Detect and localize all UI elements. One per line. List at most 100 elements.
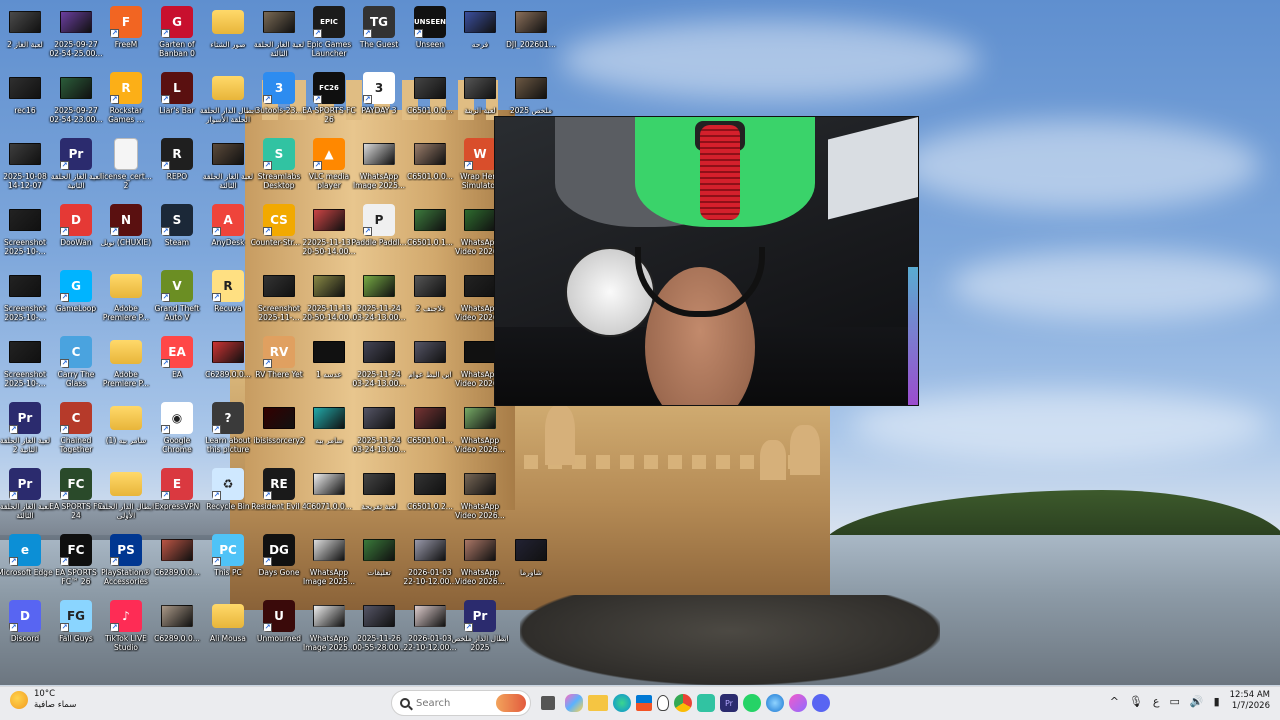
clock[interactable]: 12:54 AM 1/7/2026: [1230, 690, 1270, 712]
desktop-icon[interactable]: ابطال الدار الحلقة الحلقة الأسوار: [200, 72, 256, 124]
streamlabs-icon[interactable]: [697, 694, 715, 712]
desktop-icon[interactable]: 2025-09-27 02-54-23.00...: [49, 72, 103, 124]
discord-icon[interactable]: [812, 694, 830, 712]
desktop-icon[interactable]: 1 عدسه: [304, 336, 354, 379]
desktop-icon[interactable]: PS ↗ PlayStation® Accessories: [101, 534, 151, 586]
volume-icon[interactable]: 🔊: [1190, 695, 1204, 708]
desktop-icon[interactable]: WhatsApp Video 2026...: [455, 402, 505, 454]
desktop-icon[interactable]: CS ↗ Counter-Str... 2: [251, 204, 307, 247]
start-button[interactable]: [362, 691, 386, 715]
desktop-icon[interactable]: لعبة الزينة: [455, 72, 505, 115]
premiere-icon[interactable]: Pr: [720, 694, 738, 712]
desktop-icon[interactable]: 2025-11-24 03-24-13.00...: [352, 270, 406, 322]
app-blue-circle-icon[interactable]: [766, 694, 784, 712]
desktop-icon[interactable]: صور الشتاء: [203, 6, 253, 49]
desktop-icon[interactable]: DG ↗ Days Gone: [254, 534, 304, 577]
desktop-icon[interactable]: L ↗ Liar's Bar: [152, 72, 202, 115]
desktop-icon[interactable]: FG ↗ Fall Guys: [51, 600, 101, 643]
desktop-icon[interactable]: C ↗ Chained Together: [51, 402, 101, 454]
desktop-icon[interactable]: C6501.0.0...: [405, 72, 455, 115]
desktop-icon[interactable]: license_cert... 2: [100, 138, 152, 190]
desktop-icon[interactable]: شاورما: [506, 534, 556, 577]
desktop-icon[interactable]: Adobe Premiere P...: [101, 270, 151, 322]
desktop-icon[interactable]: سامر بيه: [304, 402, 354, 445]
desktop-icon[interactable]: ♪ ↗ TikTok LIVE Studio: [101, 600, 151, 652]
desktop-icon[interactable]: ابطال الدار الحلقة الأولى: [98, 468, 154, 520]
desktop-icon[interactable]: U ↗ Unmourned: [254, 600, 304, 643]
microphone-icon[interactable]: 🎙: [1129, 695, 1143, 708]
desktop-icon[interactable]: Screenshot 2025-11-...: [254, 270, 304, 322]
desktop-icon[interactable]: G ↗ GameLoop: [51, 270, 101, 313]
desktop-icon[interactable]: سامر بيه (1): [101, 402, 151, 445]
desktop-icon[interactable]: G ↗ Garten of Banban 0: [152, 6, 202, 58]
desktop-icon[interactable]: C6501.0.1...: [405, 204, 455, 247]
desktop-icon[interactable]: UNSEEN ↗ Unseen: [405, 6, 455, 49]
task-view-icon[interactable]: [541, 696, 555, 710]
weather-widget[interactable]: 10°C سماء صافية: [10, 689, 76, 711]
desktop-icon[interactable]: ابن البط عوام: [405, 336, 455, 379]
itunes-icon[interactable]: [789, 694, 807, 712]
desktop-icon[interactable]: 2026-01-03 22-10-12.00...: [403, 600, 457, 652]
desktop-icon[interactable]: WhatsApp Image 2025...: [353, 138, 405, 190]
desktop-icon[interactable]: Screenshot 2025-10-...: [0, 336, 50, 388]
desktop-icon[interactable]: S ↗ Steam: [152, 204, 202, 247]
desktop-icon[interactable]: ♻ ↗ Recycle Bin: [203, 468, 253, 511]
desktop-icon[interactable]: 3 ↗ PAYDAY 3: [354, 72, 404, 115]
desktop-icon[interactable]: DJI_202601...: [506, 6, 556, 49]
desktop-icon[interactable]: 3 ↗ 3utools-23...: [254, 72, 304, 115]
desktop-icon[interactable]: 2025-11-24 03-24-13.00...: [352, 402, 406, 454]
edge-icon[interactable]: [613, 694, 631, 712]
desktop-icon[interactable]: F ↗ FreeM: [101, 6, 151, 49]
desktop-icon[interactable]: FC ↗ EA SPORTS FC 24: [49, 468, 103, 520]
chrome-icon[interactable]: [674, 694, 692, 712]
desktop-icon[interactable]: 2025-11-26 00-55-28.00...: [352, 600, 406, 652]
desktop-icon[interactable]: C6289.0.0...: [152, 600, 202, 643]
desktop-icon[interactable]: C6289.0.0...: [152, 534, 202, 577]
desktop-icon[interactable]: E ↗ ExpressVPN: [152, 468, 202, 511]
network-icon[interactable]: ▭: [1169, 695, 1179, 708]
desktop-icon[interactable]: Pr ↗ لعبة الغاز الحلقة الثانية 2: [0, 402, 50, 454]
language-indicator[interactable]: ع: [1153, 695, 1160, 708]
battery-icon[interactable]: ▮: [1214, 695, 1220, 708]
desktop-icon[interactable]: لعبة تفريحة: [354, 468, 404, 511]
desktop-icon[interactable]: تلاجنف 2: [405, 270, 455, 313]
desktop-icon[interactable]: FC ↗ EA SPORTS FC™ 26: [51, 534, 101, 586]
desktop-icon[interactable]: EPIC ↗ Epic Games Launcher: [304, 6, 354, 58]
desktop-icon[interactable]: ▲ ↗ VLC media player: [304, 138, 354, 190]
desktop-icon[interactable]: WhatsApp Video 2026...: [455, 468, 505, 520]
desktop-icon[interactable]: 2025-11-13 20-50-14.00...: [302, 204, 356, 256]
desktop-icon[interactable]: WhatsApp Image 2025...: [303, 534, 355, 586]
desktop-icon[interactable]: ibisissorcery2: [253, 402, 305, 445]
desktop-icon[interactable]: C6501.0.2...: [405, 468, 455, 511]
desktop-icon[interactable]: C6501.0.1...: [405, 402, 455, 445]
desktop-icon[interactable]: لعبة الغاز 2: [0, 6, 50, 49]
desktop-icon[interactable]: 2025-11-13 20-50-14.00...: [302, 270, 356, 322]
desktop-icon[interactable]: S ↗ Streamlabs Desktop: [254, 138, 304, 190]
desktop-icon[interactable]: لعبة الغاز الحلقة الثالثة: [254, 6, 304, 58]
search-input[interactable]: [416, 697, 486, 709]
desktop-icon[interactable]: Pr ↗ ابطال الدار ملخص 2025: [451, 600, 509, 652]
desktop-icon[interactable]: Ali Mousa: [203, 600, 253, 643]
desktop-icon[interactable]: C6501.0.0...: [405, 138, 455, 181]
copilot-icon[interactable]: [565, 694, 583, 712]
desktop-icon[interactable]: R ↗ Rockstar Games ...: [101, 72, 151, 124]
desktop-icon[interactable]: لعبة الغاز الحلقة الثالثة: [203, 138, 253, 190]
desktop-icon[interactable]: A ↗ AnyDesk: [203, 204, 253, 247]
desktop-icon[interactable]: TG ↗ The Guest: [354, 6, 404, 49]
desktop-icon[interactable]: FC26 ↗ EA SPORTS FC 26: [302, 72, 356, 124]
desktop-icon[interactable]: WhatsApp Image 2025...: [303, 600, 355, 652]
desktop-icon[interactable]: P ↗ Paddle Paddl...: [352, 204, 406, 247]
desktop-icon[interactable]: Screenshot 2025-10-...: [0, 204, 50, 256]
desktop-icon[interactable]: N ↗ نوبل (CHUXIE): [101, 204, 151, 247]
desktop-icon[interactable]: R ↗ Recuva: [203, 270, 253, 313]
desktop-icon[interactable]: ملخص 2025: [506, 72, 556, 115]
desktop-icon[interactable]: V ↗ Grand Theft Auto V: [152, 270, 202, 322]
desktop-icon[interactable]: Pr ↗ لعبة الغاز الحلقة الثانية: [51, 138, 101, 190]
desktop-icon[interactable]: PC ↗ This PC: [203, 534, 253, 577]
webcam-overlay[interactable]: [494, 116, 919, 406]
desktop-icon[interactable]: Pr ↗ لعبة الغاز الحلقة الثالثة: [0, 468, 50, 520]
desktop-icon[interactable]: Adobe Premiere P...: [101, 336, 151, 388]
desktop-icon[interactable]: Screenshot 2025-10-...: [0, 270, 50, 322]
desktop-icon[interactable]: 2026-01-03 22-10-12.00...: [403, 534, 457, 586]
whatsapp-icon[interactable]: [743, 694, 761, 712]
